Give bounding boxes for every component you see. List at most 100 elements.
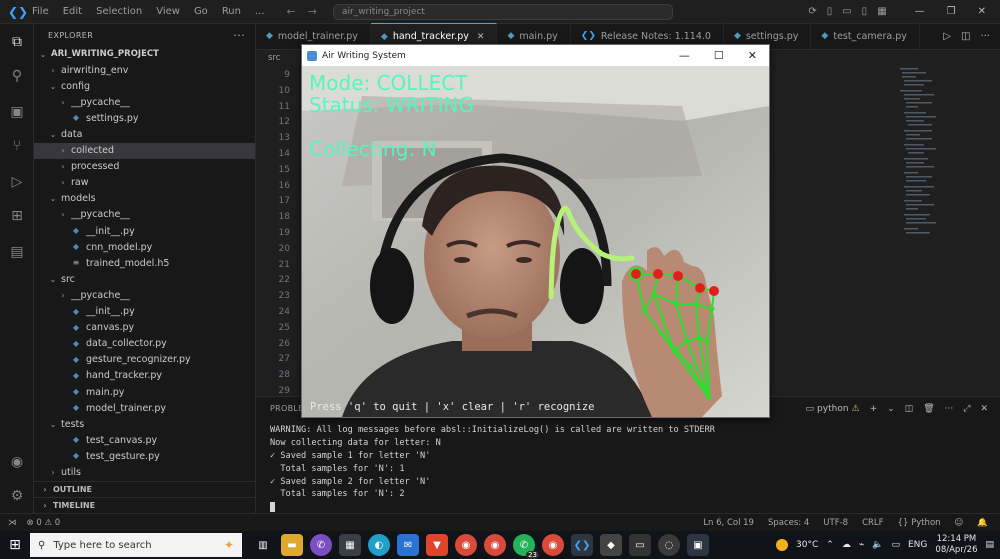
forward-arrow-icon[interactable]: →	[308, 5, 317, 18]
more-actions-icon[interactable]: ···	[233, 29, 245, 42]
file-item[interactable]: ◆ main.py	[34, 384, 255, 400]
air-writing-app-icon[interactable]: ▣	[687, 534, 709, 556]
file-item[interactable]: ◆ canvas.py	[34, 320, 255, 336]
folder-item[interactable]: › processed	[34, 159, 255, 175]
problems-counter[interactable]: ⊗ 0 ⚠ 0	[27, 518, 61, 528]
file-item[interactable]: ◆ test_gesture.py	[34, 448, 255, 464]
menu-file[interactable]: File	[32, 6, 49, 17]
split-editor-icon[interactable]: ◫	[961, 31, 970, 42]
file-item[interactable]: ◆ gesture_recognizer.py	[34, 352, 255, 368]
air-writing-window[interactable]: Air Writing System — ☐ ✕ Mode: COLLECT S…	[301, 44, 770, 418]
task-view-icon[interactable]: ▥	[252, 534, 274, 556]
back-arrow-icon[interactable]: ←	[287, 5, 296, 18]
folder-item[interactable]: › airwriting_env	[34, 62, 255, 78]
cursor-position[interactable]: Ln 6, Col 19	[703, 518, 754, 528]
chrome-icon[interactable]: ◉	[455, 534, 477, 556]
chevron-down-icon[interactable]: ⌄	[887, 404, 895, 414]
terminal-selector[interactable]: ▭ python ⚠	[806, 404, 860, 414]
show-hidden-icons-chevron-icon[interactable]: ⌃	[826, 540, 834, 550]
close-tab-icon[interactable]: ✕	[477, 32, 485, 42]
file-item[interactable]: ◆ __init__.py	[34, 304, 255, 320]
encoding[interactable]: UTF-8	[823, 518, 848, 528]
remote-indicator-icon[interactable]: ⋊	[8, 518, 17, 528]
menu-edit[interactable]: Edit	[63, 6, 82, 17]
whatsapp-icon[interactable]: ✆ 23	[513, 534, 539, 559]
file-item[interactable]: ◆ __init__.py	[34, 223, 255, 239]
keyboard-language[interactable]: ENG	[908, 540, 927, 550]
file-item[interactable]: ◆ hand_tracker.py	[34, 368, 255, 384]
folder-item[interactable]: › __pycache__	[34, 94, 255, 110]
cloud-icon[interactable]: ☁	[842, 540, 851, 550]
toggle-secondary-sidebar-icon[interactable]: ▯	[862, 6, 868, 17]
account-icon[interactable]: ◉	[9, 454, 25, 470]
menu-more[interactable]: ...	[255, 6, 265, 17]
project-root[interactable]: ⌄ ARI_WRITING_PROJECT	[34, 46, 255, 62]
menu-selection[interactable]: Selection	[96, 6, 142, 17]
clock[interactable]: 12:14 PM 08/Apr/26	[935, 534, 977, 556]
camera-window-titlebar[interactable]: Air Writing System — ☐ ✕	[302, 45, 769, 66]
vscode-taskbar-icon[interactable]: ❮❯	[571, 534, 593, 556]
notebook-icon[interactable]: ▤	[9, 244, 25, 260]
remote-explorer-icon[interactable]: ▣	[9, 104, 25, 120]
file-item[interactable]: ≡ trained_model.h5	[34, 255, 255, 271]
network-icon[interactable]: ⌁	[859, 540, 864, 550]
terminal-app-icon[interactable]: ▭	[629, 534, 651, 556]
close-icon[interactable]: ✕	[748, 49, 757, 62]
minimap[interactable]	[898, 66, 938, 256]
trash-icon[interactable]: 🗑	[923, 404, 934, 414]
file-item[interactable]: ◆ test_canvas.py	[34, 432, 255, 448]
end-of-line[interactable]: CRLF	[862, 518, 883, 528]
split-terminal-icon[interactable]: ◫	[905, 404, 914, 414]
folder-item[interactable]: ⌄ config	[34, 78, 255, 94]
source-control-icon[interactable]: ⑂	[9, 138, 25, 154]
folder-item[interactable]: › raw	[34, 175, 255, 191]
file-explorer-icon[interactable]: ▬	[281, 534, 303, 556]
outlook-icon[interactable]: ✉	[397, 534, 419, 556]
folder-item[interactable]: ⌄ data	[34, 126, 255, 142]
chrome-profile-icon[interactable]: ◉	[484, 534, 506, 556]
indentation[interactable]: Spaces: 4	[768, 518, 809, 528]
file-item[interactable]: ◆ model_trainer.py	[34, 400, 255, 416]
menu-go[interactable]: Go	[194, 6, 208, 17]
brave-icon[interactable]: ▼	[426, 534, 448, 556]
minimize-icon[interactable]: —	[679, 49, 690, 62]
battery-icon[interactable]: ▭	[891, 540, 900, 550]
store-icon[interactable]: ▦	[339, 534, 361, 556]
run-icon[interactable]: ▷	[943, 31, 951, 42]
windows-start-icon[interactable]: ⊞	[0, 531, 30, 559]
close-icon[interactable]: ✕	[978, 6, 986, 17]
camera-feed[interactable]: Mode: COLLECT Status: WRITING Collecting…	[302, 66, 769, 417]
folder-item[interactable]: › __pycache__	[34, 207, 255, 223]
temperature[interactable]: 30°C	[796, 540, 818, 550]
restore-icon[interactable]: ❐	[947, 6, 956, 17]
outline-section[interactable]: › OUTLINE	[34, 481, 255, 497]
command-center-search[interactable]: air_writing_project	[332, 3, 673, 20]
chrome-alt-icon[interactable]: ◉	[542, 534, 564, 556]
run-debug-icon[interactable]: ▷	[9, 174, 25, 190]
folder-item[interactable]: › __pycache__	[34, 287, 255, 303]
more-actions-icon[interactable]: ···	[980, 31, 990, 42]
tab-test-camera[interactable]: ◆ test_camera.py	[811, 23, 920, 49]
minimize-icon[interactable]: —	[915, 6, 925, 17]
menu-run[interactable]: Run	[222, 6, 241, 17]
explorer-files-icon[interactable]: ⧉	[9, 34, 25, 50]
file-item[interactable]: ◆ data_collector.py	[34, 336, 255, 352]
folder-item[interactable]: ⌄ src	[34, 271, 255, 287]
file-item[interactable]: ◆ cnn_model.py	[34, 239, 255, 255]
volume-icon[interactable]: 🔈	[872, 540, 883, 550]
git-icon[interactable]: ◆	[600, 534, 622, 556]
customize-layout-icon[interactable]: ▦	[877, 6, 886, 17]
language-mode[interactable]: {} Python	[898, 518, 941, 528]
taskbar-search[interactable]: ⚲ Type here to search ✦	[30, 533, 242, 557]
menu-view[interactable]: View	[156, 6, 180, 17]
copilot-icon[interactable]: ⟳	[808, 6, 816, 17]
extensions-icon[interactable]: ⊞	[9, 208, 25, 224]
folder-item[interactable]: › collected	[34, 142, 255, 159]
app-circle-icon[interactable]: ◌	[658, 534, 680, 556]
timeline-section[interactable]: › TIMELINE	[34, 497, 255, 513]
toggle-panel-icon[interactable]: ▭	[842, 6, 851, 17]
maximize-panel-icon[interactable]: ⤢	[963, 404, 970, 414]
notification-center-icon[interactable]: ▤	[985, 540, 994, 550]
folder-item[interactable]: › utils	[34, 464, 255, 480]
more-actions-icon[interactable]: ···	[945, 404, 954, 414]
